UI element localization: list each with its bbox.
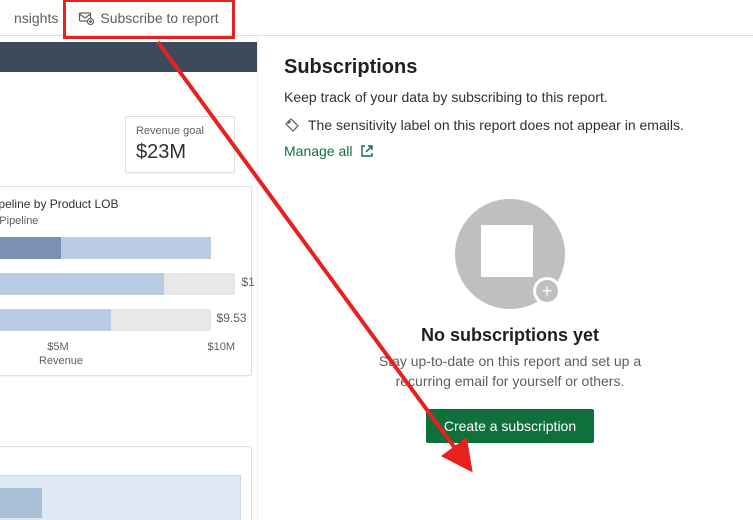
- sensitivity-notice: The sensitivity label on this report doe…: [284, 117, 736, 133]
- sensitivity-text: The sensitivity label on this report doe…: [308, 117, 684, 133]
- revenue-goal-value: $23M: [136, 141, 224, 164]
- report-canvas: Revenue goal $23M on and Revenue In Pipe…: [0, 36, 258, 520]
- axis-tick: $10M: [207, 341, 235, 353]
- chart-x-axis-label: Revenue: [0, 355, 239, 367]
- subscribe-icon: [78, 10, 94, 26]
- revenue-bar-chart[interactable]: on and Revenue In Pipeline by Product LO…: [0, 186, 252, 376]
- subscriptions-panel: Subscriptions Keep track of your data by…: [280, 48, 740, 451]
- create-subscription-button[interactable]: Create a subscription: [426, 409, 594, 443]
- subscribe-label: Subscribe to report: [100, 10, 218, 26]
- chart-legend: Von Revenue In Pipeline: [0, 215, 239, 227]
- manage-all-label: Manage all: [284, 143, 353, 159]
- bar-row-2: $1: [0, 273, 239, 295]
- manage-all-link[interactable]: Manage all: [284, 143, 736, 159]
- insights-button[interactable]: nsights: [4, 6, 68, 30]
- tag-icon: [284, 117, 300, 133]
- subscribe-button[interactable]: Subscribe to report: [68, 6, 228, 30]
- empty-state-title: No subscriptions yet: [350, 325, 670, 346]
- chart-x-axis: $0M $5M $10M: [0, 341, 239, 353]
- empty-state-description: Stay up-to-date on this report and set u…: [350, 352, 670, 391]
- bar-row-1: [0, 237, 239, 259]
- legend-pipeline-label: Revenue In Pipeline: [0, 215, 38, 227]
- panel-subtitle: Keep track of your data by subscribing t…: [284, 89, 736, 105]
- create-subscription-label: Create a subscription: [444, 418, 576, 434]
- plus-icon: +: [533, 277, 561, 305]
- bar-seg: [61, 237, 211, 259]
- map-visual: [0, 475, 241, 520]
- bar-row-3: $9.53: [0, 309, 239, 331]
- bar-seg: [0, 237, 61, 259]
- bar-seg: [0, 273, 164, 295]
- revenue-goal-tile[interactable]: Revenue goal $23M: [125, 116, 235, 173]
- bar-seg: [111, 309, 211, 331]
- empty-state-graphic: +: [455, 199, 565, 309]
- map-title: Location: [0, 455, 241, 469]
- bar-seg: [164, 273, 235, 295]
- insights-label: nsights: [14, 10, 58, 26]
- top-toolbar: nsights Subscribe to report: [0, 0, 753, 36]
- axis-tick: $5M: [47, 341, 68, 353]
- report-header-strip: [0, 42, 257, 72]
- revenue-goal-title: Revenue goal: [136, 125, 224, 137]
- panel-heading: Subscriptions: [284, 56, 736, 79]
- chart-bars: $1 $9.53: [0, 237, 239, 331]
- bar-value-label: $1: [241, 275, 254, 289]
- empty-state: + No subscriptions yet Stay up-to-date o…: [350, 199, 670, 443]
- bar-seg: [0, 309, 111, 331]
- location-map-tile[interactable]: Location: [0, 446, 252, 520]
- open-external-icon: [359, 143, 375, 159]
- bar-value-label: $9.53: [217, 311, 247, 325]
- chart-title: on and Revenue In Pipeline by Product LO…: [0, 197, 239, 211]
